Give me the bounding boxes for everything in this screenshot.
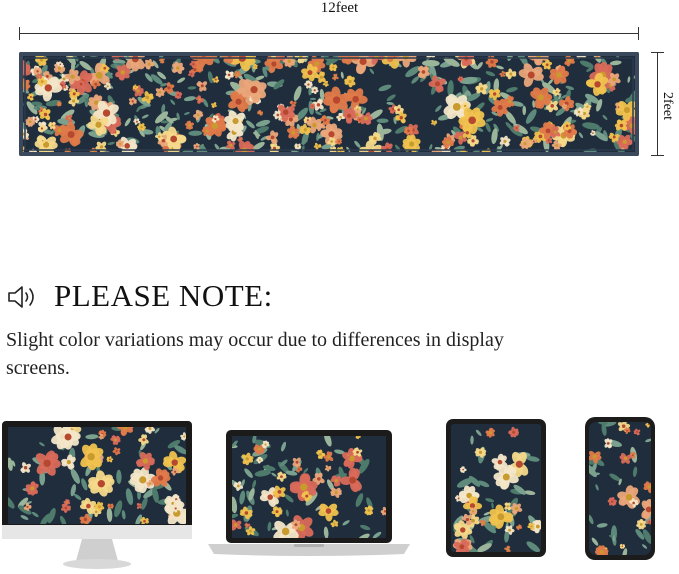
monitor-screen bbox=[8, 427, 186, 524]
speaker-icon bbox=[6, 284, 40, 310]
note-title: PLEASE NOTE: bbox=[54, 278, 273, 313]
height-tick-bottom bbox=[651, 155, 664, 156]
rug-pattern bbox=[19, 52, 639, 156]
tablet-screen bbox=[451, 424, 541, 552]
height-dimension-line bbox=[657, 52, 658, 156]
monitor-device bbox=[2, 421, 192, 571]
height-tick-top bbox=[651, 52, 664, 53]
width-tick-left bbox=[19, 27, 20, 40]
tablet-device bbox=[446, 419, 546, 557]
laptop-device bbox=[208, 430, 410, 556]
floral-rug-runner bbox=[19, 52, 639, 156]
height-label: 2feet bbox=[660, 92, 675, 120]
note-body: Slight color variations may occur due to… bbox=[6, 329, 504, 379]
width-dimension-line bbox=[19, 33, 638, 34]
laptop-screen bbox=[232, 436, 386, 538]
phone-screen bbox=[589, 422, 651, 555]
width-label: 12feet bbox=[320, 0, 359, 16]
width-tick-right bbox=[638, 27, 639, 40]
phone-device bbox=[585, 417, 655, 560]
